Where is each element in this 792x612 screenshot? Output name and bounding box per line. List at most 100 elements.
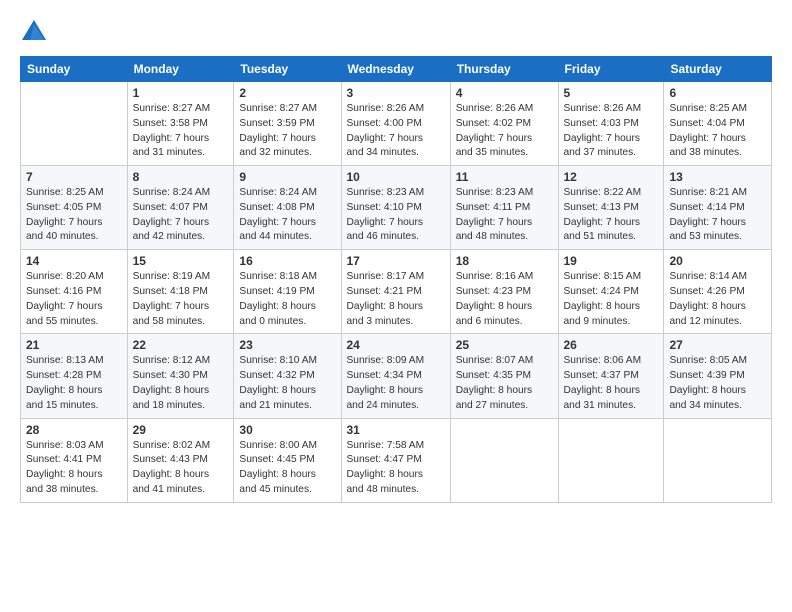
calendar-cell: 1 Sunrise: 8:27 AMSunset: 3:58 PMDaylight… (127, 82, 234, 166)
day-info: Sunrise: 8:10 AMSunset: 4:32 PMDaylight:… (239, 354, 335, 413)
day-number: 25 (456, 338, 553, 352)
day-info: Sunrise: 8:27 AMSunset: 3:59 PMDaylight:… (239, 102, 335, 161)
day-info: Sunrise: 8:20 AMSunset: 4:16 PMDaylight:… (26, 270, 122, 329)
calendar-cell: 29 Sunrise: 8:02 AMSunset: 4:43 PMDayligh… (127, 418, 234, 502)
calendar-cell: 23 Sunrise: 8:10 AMSunset: 4:32 PMDayligh… (234, 334, 341, 418)
calendar-cell: 14 Sunrise: 8:20 AMSunset: 4:16 PMDayligh… (21, 250, 128, 334)
logo-icon (20, 18, 48, 46)
day-info: Sunrise: 8:12 AMSunset: 4:30 PMDaylight:… (133, 354, 229, 413)
calendar-cell: 3 Sunrise: 8:26 AMSunset: 4:00 PMDaylight… (341, 82, 450, 166)
calendar-cell: 8 Sunrise: 8:24 AMSunset: 4:07 PMDaylight… (127, 166, 234, 250)
day-number: 21 (26, 338, 122, 352)
calendar-cell: 25 Sunrise: 8:07 AMSunset: 4:35 PMDayligh… (450, 334, 558, 418)
calendar-cell: 17Sunrise: 8:17 AMSunset: 4:21 PMDayligh… (341, 250, 450, 334)
calendar-cell: 2 Sunrise: 8:27 AMSunset: 3:59 PMDaylight… (234, 82, 341, 166)
weekday-monday: Monday (127, 57, 234, 82)
day-info: Sunrise: 8:18 AMSunset: 4:19 PMDaylight:… (239, 270, 335, 329)
weekday-thursday: Thursday (450, 57, 558, 82)
calendar-cell: 30Sunrise: 8:00 AMSunset: 4:45 PMDayligh… (234, 418, 341, 502)
day-number: 13 (669, 170, 766, 184)
day-number: 22 (133, 338, 229, 352)
day-info: Sunrise: 8:23 AMSunset: 4:11 PMDaylight:… (456, 186, 553, 245)
week-row-3: 14 Sunrise: 8:20 AMSunset: 4:16 PMDayligh… (21, 250, 772, 334)
day-number: 28 (26, 423, 122, 437)
day-number: 5 (564, 86, 659, 100)
day-number: 15 (133, 254, 229, 268)
day-info: Sunrise: 8:26 AMSunset: 4:00 PMDaylight:… (347, 102, 445, 161)
day-info: Sunrise: 8:09 AMSunset: 4:34 PMDaylight:… (347, 354, 445, 413)
day-number: 18 (456, 254, 553, 268)
day-info: Sunrise: 8:26 AMSunset: 4:02 PMDaylight:… (456, 102, 553, 161)
calendar-cell: 4 Sunrise: 8:26 AMSunset: 4:02 PMDaylight… (450, 82, 558, 166)
day-number: 17 (347, 254, 445, 268)
day-number: 30 (239, 423, 335, 437)
day-info: Sunrise: 8:25 AMSunset: 4:04 PMDaylight:… (669, 102, 766, 161)
day-info: Sunrise: 8:24 AMSunset: 4:08 PMDaylight:… (239, 186, 335, 245)
calendar: SundayMondayTuesdayWednesdayThursdayFrid… (20, 56, 772, 503)
logo (20, 18, 52, 46)
calendar-cell: 7 Sunrise: 8:25 AMSunset: 4:05 PMDaylight… (21, 166, 128, 250)
day-info: Sunrise: 8:03 AMSunset: 4:41 PMDaylight:… (26, 439, 122, 498)
day-info: Sunrise: 8:22 AMSunset: 4:13 PMDaylight:… (564, 186, 659, 245)
day-number: 23 (239, 338, 335, 352)
day-number: 8 (133, 170, 229, 184)
weekday-wednesday: Wednesday (341, 57, 450, 82)
weekday-row: SundayMondayTuesdayWednesdayThursdayFrid… (21, 57, 772, 82)
day-info: Sunrise: 8:06 AMSunset: 4:37 PMDaylight:… (564, 354, 659, 413)
calendar-cell: 10Sunrise: 8:23 AMSunset: 4:10 PMDayligh… (341, 166, 450, 250)
weekday-sunday: Sunday (21, 57, 128, 82)
day-number: 7 (26, 170, 122, 184)
day-number: 26 (564, 338, 659, 352)
day-number: 6 (669, 86, 766, 100)
calendar-cell (21, 82, 128, 166)
calendar-cell: 5 Sunrise: 8:26 AMSunset: 4:03 PMDaylight… (558, 82, 664, 166)
calendar-cell: 22 Sunrise: 8:12 AMSunset: 4:30 PMDayligh… (127, 334, 234, 418)
calendar-cell: 15 Sunrise: 8:19 AMSunset: 4:18 PMDayligh… (127, 250, 234, 334)
day-info: Sunrise: 8:25 AMSunset: 4:05 PMDaylight:… (26, 186, 122, 245)
day-number: 27 (669, 338, 766, 352)
week-row-5: 28 Sunrise: 8:03 AMSunset: 4:41 PMDayligh… (21, 418, 772, 502)
calendar-cell: 6 Sunrise: 8:25 AMSunset: 4:04 PMDaylight… (664, 82, 772, 166)
calendar-cell: 21Sunrise: 8:13 AMSunset: 4:28 PMDayligh… (21, 334, 128, 418)
header (20, 18, 772, 46)
weekday-saturday: Saturday (664, 57, 772, 82)
day-info: Sunrise: 8:15 AMSunset: 4:24 PMDaylight:… (564, 270, 659, 329)
week-row-4: 21Sunrise: 8:13 AMSunset: 4:28 PMDayligh… (21, 334, 772, 418)
day-number: 16 (239, 254, 335, 268)
day-number: 20 (669, 254, 766, 268)
day-number: 12 (564, 170, 659, 184)
day-info: Sunrise: 7:58 AMSunset: 4:47 PMDaylight:… (347, 439, 445, 498)
day-number: 14 (26, 254, 122, 268)
calendar-cell: 28 Sunrise: 8:03 AMSunset: 4:41 PMDayligh… (21, 418, 128, 502)
calendar-body: 1 Sunrise: 8:27 AMSunset: 3:58 PMDaylight… (21, 82, 772, 503)
calendar-cell: 11Sunrise: 8:23 AMSunset: 4:11 PMDayligh… (450, 166, 558, 250)
day-info: Sunrise: 8:27 AMSunset: 3:58 PMDaylight:… (133, 102, 229, 161)
day-number: 2 (239, 86, 335, 100)
day-info: Sunrise: 8:16 AMSunset: 4:23 PMDaylight:… (456, 270, 553, 329)
calendar-cell: 12 Sunrise: 8:22 AMSunset: 4:13 PMDayligh… (558, 166, 664, 250)
week-row-2: 7 Sunrise: 8:25 AMSunset: 4:05 PMDaylight… (21, 166, 772, 250)
day-number: 31 (347, 423, 445, 437)
day-info: Sunrise: 8:19 AMSunset: 4:18 PMDaylight:… (133, 270, 229, 329)
day-number: 29 (133, 423, 229, 437)
week-row-1: 1 Sunrise: 8:27 AMSunset: 3:58 PMDaylight… (21, 82, 772, 166)
weekday-friday: Friday (558, 57, 664, 82)
calendar-cell: 27 Sunrise: 8:05 AMSunset: 4:39 PMDayligh… (664, 334, 772, 418)
day-number: 3 (347, 86, 445, 100)
day-number: 10 (347, 170, 445, 184)
day-info: Sunrise: 8:26 AMSunset: 4:03 PMDaylight:… (564, 102, 659, 161)
day-info: Sunrise: 8:07 AMSunset: 4:35 PMDaylight:… (456, 354, 553, 413)
day-info: Sunrise: 8:05 AMSunset: 4:39 PMDaylight:… (669, 354, 766, 413)
day-number: 1 (133, 86, 229, 100)
day-number: 24 (347, 338, 445, 352)
day-info: Sunrise: 8:21 AMSunset: 4:14 PMDaylight:… (669, 186, 766, 245)
calendar-cell (558, 418, 664, 502)
calendar-cell: 16 Sunrise: 8:18 AMSunset: 4:19 PMDayligh… (234, 250, 341, 334)
calendar-cell: 26 Sunrise: 8:06 AMSunset: 4:37 PMDayligh… (558, 334, 664, 418)
calendar-cell (664, 418, 772, 502)
day-number: 4 (456, 86, 553, 100)
page: SundayMondayTuesdayWednesdayThursdayFrid… (0, 0, 792, 612)
day-info: Sunrise: 8:02 AMSunset: 4:43 PMDaylight:… (133, 439, 229, 498)
day-info: Sunrise: 8:24 AMSunset: 4:07 PMDaylight:… (133, 186, 229, 245)
calendar-cell: 18 Sunrise: 8:16 AMSunset: 4:23 PMDayligh… (450, 250, 558, 334)
